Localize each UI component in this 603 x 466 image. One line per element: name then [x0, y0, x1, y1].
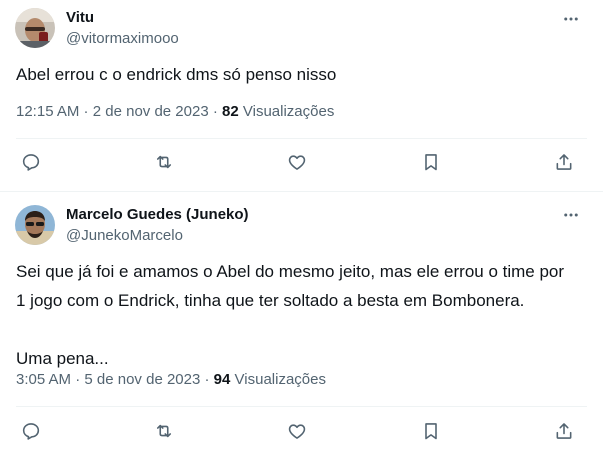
heart-icon[interactable]	[282, 147, 312, 177]
user-handle[interactable]: @JunekoMarcelo	[66, 227, 183, 244]
views-label: Visualizações	[234, 371, 326, 388]
tweet-time[interactable]: 12:15 AM	[16, 103, 79, 120]
action-bar	[0, 416, 603, 446]
tweet-text-line: Abel errou c o endrick dms só penso niss…	[16, 65, 337, 84]
tweet-text-line: Uma pena...	[16, 349, 109, 368]
meta-separator: ·	[79, 103, 93, 120]
share-icon[interactable]	[549, 147, 579, 177]
tweet-1[interactable]: Vitu @vitormaximooo Abel errou c o endri…	[0, 0, 603, 193]
tweet-text: Abel errou c o endrick dms só penso niss…	[16, 60, 336, 89]
meta-separator: ·	[208, 103, 223, 120]
retweet-icon[interactable]	[149, 147, 179, 177]
avatar[interactable]	[15, 205, 55, 245]
tweet-time[interactable]: 3:05 AM	[16, 371, 71, 388]
avatar[interactable]	[15, 8, 55, 48]
retweet-icon[interactable]	[149, 416, 179, 446]
views-count: 82	[222, 103, 239, 120]
reply-icon[interactable]	[16, 416, 46, 446]
tweet-date[interactable]: 2 de nov de 2023	[93, 103, 209, 120]
share-icon[interactable]	[549, 416, 579, 446]
tweet-2[interactable]: Marcelo Guedes (Juneko) @JunekoMarcelo S…	[0, 193, 603, 466]
views-count: 94	[213, 371, 231, 388]
meta-separator: ·	[71, 371, 85, 388]
tweet-text-line: 1 jogo com o Endrick, tinha que ter solt…	[16, 291, 525, 310]
bookmark-icon[interactable]	[416, 416, 446, 446]
action-bar	[0, 147, 603, 177]
reply-icon[interactable]	[16, 147, 46, 177]
tweet-date[interactable]: 5 de nov de 2023	[84, 371, 200, 388]
more-dots-icon[interactable]	[561, 205, 581, 225]
bookmark-icon[interactable]	[416, 147, 446, 177]
divider	[16, 406, 587, 407]
user-handle[interactable]: @vitormaximooo	[66, 30, 179, 47]
meta-separator: ·	[200, 371, 214, 388]
more-dots-icon[interactable]	[561, 9, 581, 29]
tweet-text: Sei que já foi e amamos o Abel do mesmo …	[16, 257, 586, 373]
tweet-separator	[0, 191, 603, 192]
tweet-meta: 3:05 AM · 5 de nov de 2023 · 94 Visualiz…	[16, 371, 326, 388]
heart-icon[interactable]	[282, 416, 312, 446]
tweet-text-line: Sei que já foi e amamos o Abel do mesmo …	[16, 262, 565, 281]
views-label: Visualizações	[242, 103, 335, 120]
display-name[interactable]: Vitu	[66, 9, 94, 26]
divider	[16, 138, 587, 139]
tweet-meta: 12:15 AM · 2 de nov de 2023 · 82 Visuali…	[16, 103, 334, 120]
display-name[interactable]: Marcelo Guedes (Juneko)	[66, 206, 249, 223]
